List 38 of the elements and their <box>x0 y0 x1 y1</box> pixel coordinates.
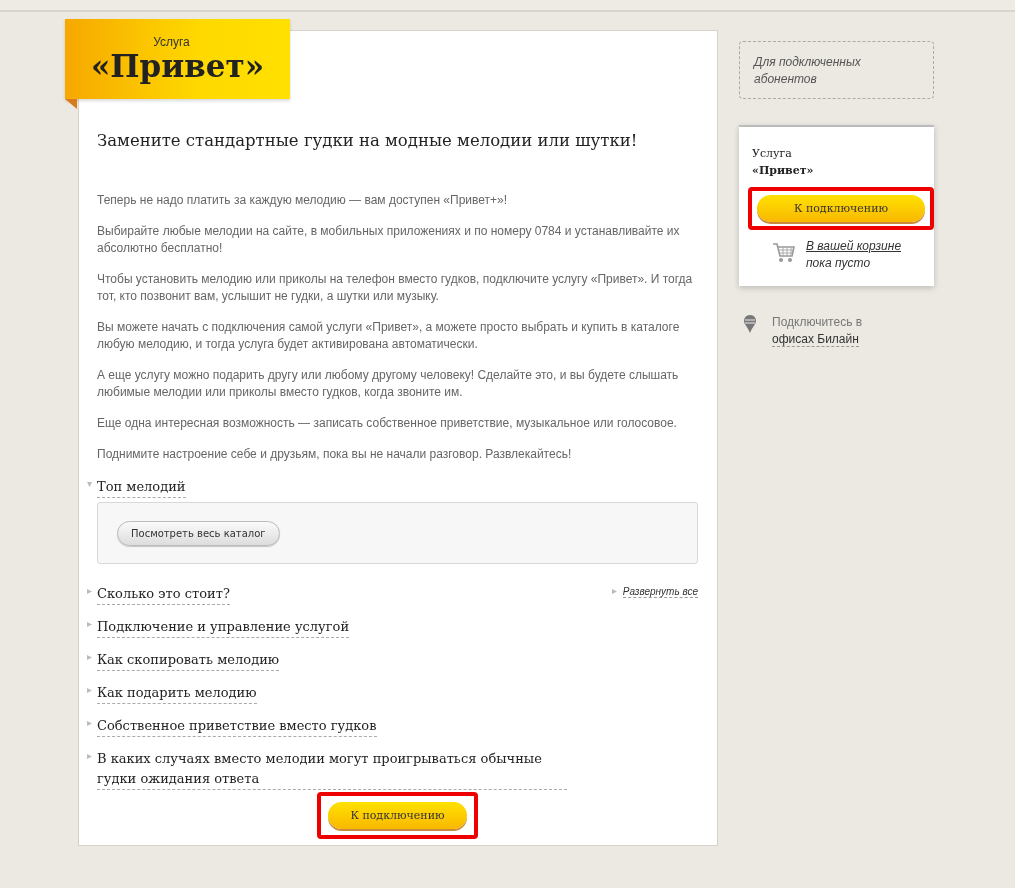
caret-icon <box>87 655 92 660</box>
accordion-header[interactable]: Сколько это стоит? <box>87 584 230 605</box>
card-kicker: Услуга <box>752 146 793 162</box>
caret-icon <box>87 622 92 627</box>
caret-icon <box>611 589 617 594</box>
offices-text: Подключитесь в офисах Билайн <box>772 314 864 348</box>
offices-link[interactable]: офисах Билайн <box>772 332 859 347</box>
paragraph: Поднимите настроение себе и друзьям, пока вы не начали разговор. Развлекайтесь! <box>97 446 573 463</box>
paragraph: Чтобы установить мелодию или приколы на телефон вместо гудков, подключите услугу «Привет». И тогда тот, кто позвонит вам, услышит не гудки, а шутки или музыку. <box>97 271 694 305</box>
caret-icon <box>87 482 92 487</box>
caret-icon <box>87 721 92 726</box>
accordion-header[interactable]: Собственное приветствие вместо гудков <box>87 716 377 737</box>
accordion-header[interactable]: В каких случаях вместо мелодии могут проигрываться обычные гудки ожидания ответа <box>87 749 567 790</box>
cart-link[interactable]: В вашей корзине <box>806 238 902 255</box>
paragraph: А еще услугу можно подарить другу или любому другому человеку! Сделайте это, и вы будете слышать любимые мелодии или приколы вместо гудков, когда звоните им. <box>97 367 680 401</box>
connect-button[interactable]: К подключению <box>757 195 925 222</box>
paragraph: Теперь не надо платить за каждую мелодию — вам доступен «Привет+»! <box>97 192 509 209</box>
note-text: Для подключенных абонентов <box>754 54 862 88</box>
accordion-header[interactable]: Как подарить мелодию <box>87 683 257 704</box>
catalog-button[interactable]: Посмотреть весь каталог <box>117 520 280 546</box>
cart-icon <box>772 242 796 264</box>
caret-icon <box>87 688 92 693</box>
connect-button[interactable]: К подключению <box>328 802 467 829</box>
banner-kicker: Услуга <box>153 34 190 49</box>
card-title: «Привет» <box>752 163 815 179</box>
paragraph: Вы можете начать с подключения самой услуги «Привет», а можете просто выбрать и купить в каталоге любую мелодию, и тогда услуга будет активирована автоматически. <box>97 319 681 353</box>
caret-icon <box>87 754 92 759</box>
expand-all-link[interactable]: Развернуть все <box>611 586 698 598</box>
paragraph: Еще одна интересная возможность — записать собственное приветствие, музыкальное или голосовое. <box>97 415 678 432</box>
banner-title: «Привет» <box>90 48 265 84</box>
accordion-header[interactable]: Топ мелодий <box>87 477 186 498</box>
accordion-header[interactable]: Как скопировать мелодию <box>87 650 280 671</box>
caret-icon <box>87 589 92 594</box>
paragraph: Выбирайте любые мелодии на сайте, в мобильных приложениях и по номеру 0784 и устанавливайте их абсолютно бесплатно! <box>97 223 681 257</box>
headline: Замените стандартные гудки на модные мелодии или шутки! <box>97 131 639 150</box>
accordion-header[interactable]: Подключение и управление услугой <box>87 617 350 638</box>
cart-status: пока пусто <box>806 255 872 272</box>
location-pin-icon <box>743 314 757 334</box>
